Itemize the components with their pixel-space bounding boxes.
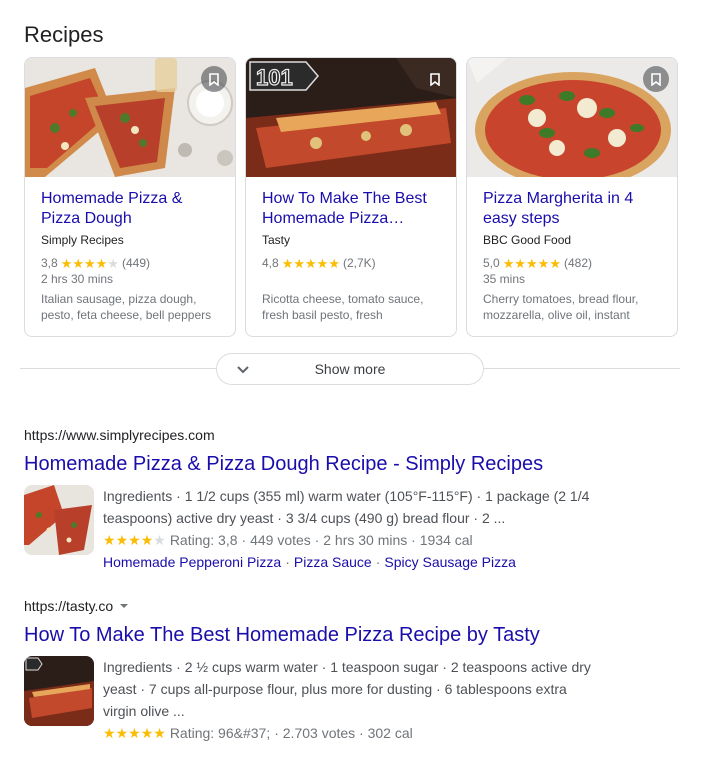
recipe-card-time: 35 mins: [483, 272, 526, 286]
recipe-card-source: Simply Recipes: [41, 233, 124, 247]
recipe-card-simply-recipes[interactable]: Homemade Pizza & Pizza Dough Simply Reci…: [24, 57, 236, 337]
result-url-text: https://www.simplyrecipes.com: [24, 427, 215, 443]
show-more-label: Show more: [314, 361, 386, 377]
bookmark-button[interactable]: [643, 66, 669, 92]
result-rating-text: Rating: 96&#37;: [169, 725, 271, 741]
recipe-card-ingredients: Italian sausage, pizza dough, pesto, fet…: [41, 292, 212, 322]
result-title-link[interactable]: How To Make The Best Homemade Pizza Reci…: [24, 622, 603, 648]
recipe-card-rating: 4,8 ★ ★ ★ ★ ★ (2,7K): [262, 255, 440, 271]
badge-101-text: 101: [256, 65, 293, 90]
recipe-card-time: [262, 271, 440, 287]
recipe-card-title[interactable]: How To Make The Best Homemade Pizza…: [262, 189, 440, 229]
recipe-card-image: [25, 58, 235, 177]
search-result-simplyrecipes: https://www.simplyrecipes.com Homemade P…: [24, 427, 603, 573]
recipe-card-ingredients: Cherry tomatoes, bread flour, mozzarella…: [483, 292, 639, 322]
sitelink[interactable]: Spicy Sausage Pizza: [384, 554, 516, 570]
rating-value: 3,8: [41, 256, 58, 270]
result-url[interactable]: https://tasty.co: [24, 598, 603, 614]
rating-value: 5,0: [483, 256, 500, 270]
recipe-card-image: 101: [246, 58, 456, 177]
result-meta: · 449 votes · 2 hrs 30 mins · 1934 cal: [241, 532, 473, 548]
recipe-card-source: Tasty: [262, 233, 291, 247]
sitelink[interactable]: Homemade Pepperoni Pizza: [103, 554, 281, 570]
recipe-card-time: 2 hrs 30 mins: [41, 272, 114, 286]
rating-votes: (449): [121, 256, 150, 270]
recipe-card-rating: 5,0 ★ ★ ★ ★ ★ (482): [483, 255, 661, 271]
recipe-card-source: BBC Good Food: [483, 233, 572, 247]
bookmark-button[interactable]: [201, 66, 227, 92]
result-meta: · 2.703 votes · 302 cal: [274, 725, 413, 741]
result-title-link[interactable]: Homemade Pizza & Pizza Dough Recipe - Si…: [24, 451, 603, 477]
recipes-heading: Recipes: [24, 22, 104, 47]
rating-value: 4,8: [262, 256, 279, 270]
recipe-card-title[interactable]: Pizza Margherita in 4 easy steps: [483, 189, 661, 229]
result-thumbnail[interactable]: [24, 485, 94, 555]
rating-votes: (482): [563, 256, 592, 270]
result-snippet: Ingredients · 2 ½ cups warm water · 1 te…: [103, 659, 591, 719]
result-rating-row: ★ ★ ★ ★ ★ Rating: 96&#37; · 2.703 votes · 30…: [103, 722, 603, 744]
result-url[interactable]: https://www.simplyrecipes.com: [24, 427, 603, 443]
recipe-card-title[interactable]: Homemade Pizza & Pizza Dough: [41, 189, 219, 229]
star-rating-icon: ★ ★ ★ ★ ★: [60, 255, 119, 271]
star-rating-icon: ★ ★ ★ ★ ★: [103, 531, 166, 548]
result-rating-text: Rating: 3,8: [169, 532, 238, 548]
bookmark-icon: [651, 72, 661, 86]
star-rating-icon: ★ ★ ★ ★ ★: [103, 724, 166, 741]
rating-votes: (2,7K): [342, 256, 376, 270]
recipe-card-tasty[interactable]: 101 How To Make The Best Homemade Pizza……: [245, 57, 457, 337]
show-more-button[interactable]: Show more: [216, 353, 484, 385]
recipe-carousel: Homemade Pizza & Pizza Dough Simply Reci…: [24, 57, 678, 337]
recipe-card-bbc-good-food[interactable]: Pizza Margherita in 4 easy steps BBC Goo…: [466, 57, 678, 337]
bookmark-icon: [209, 72, 219, 86]
star-rating-icon: ★ ★ ★ ★ ★: [502, 255, 561, 271]
sitelink[interactable]: Pizza Sauce: [294, 554, 372, 570]
result-thumbnail[interactable]: [24, 656, 94, 726]
recipe-card-rating: 3,8 ★ ★ ★ ★ ★ (449): [41, 255, 219, 271]
dropdown-arrow-icon[interactable]: [119, 601, 129, 611]
bookmark-icon: [430, 72, 440, 86]
search-result-tasty: https://tasty.co How To Make The Best Ho…: [24, 598, 603, 744]
bookmark-button[interactable]: [422, 66, 448, 92]
chevron-down-icon: [237, 366, 249, 374]
result-rating-row: ★ ★ ★ ★ ★ Rating: 3,8 · 449 votes · 2 hrs 30…: [103, 529, 603, 551]
star-rating-icon: ★ ★ ★ ★ ★: [281, 255, 340, 271]
result-sitelinks: Homemade Pepperoni Pizza · Pizza Sauce · Spi…: [103, 554, 516, 570]
result-url-text: https://tasty.co: [24, 598, 114, 614]
recipe-card-image: [467, 58, 677, 177]
result-snippet: Ingredients · 1 1/2 cups (355 ml) warm w…: [103, 488, 590, 526]
recipe-card-ingredients: Ricotta cheese, tomato sauce, fresh basi…: [262, 292, 424, 322]
